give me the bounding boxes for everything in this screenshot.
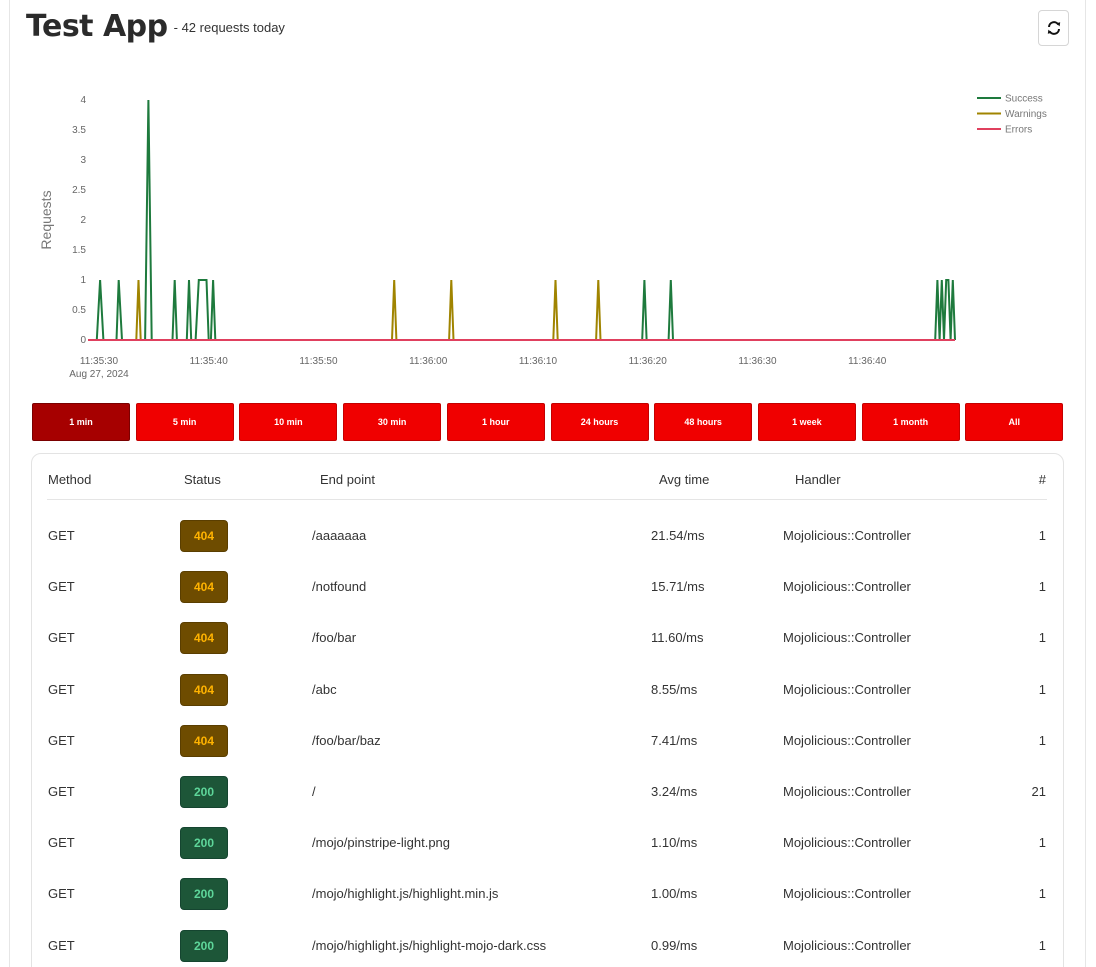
row-method: GET [48, 682, 75, 697]
status-badge: 404 [180, 571, 228, 603]
row-count: 1 [1038, 682, 1046, 697]
x-tick-label: 11:36:40 [848, 356, 887, 367]
row-method: GET [48, 579, 75, 594]
row-handler: Mojolicious::Controller [783, 579, 911, 594]
range-button-10-min[interactable]: 10 min [239, 403, 338, 441]
requests-chart: 0 0.5 1 1.5 2 2.5 3 3.5 4 Requests 11:35:30 11:35:4… [38, 94, 1047, 381]
y-tick-label: 1 [80, 275, 86, 286]
row-count: 1 [1038, 733, 1046, 748]
range-button-24-hours[interactable]: 24 hours [550, 403, 649, 441]
row-count: 1 [1038, 630, 1046, 645]
row-avg-time: 21.54/ms [651, 528, 705, 543]
row-endpoint: /aaaaaaa [312, 528, 367, 543]
status-badge: 404 [180, 725, 228, 757]
row-count: 1 [1038, 835, 1046, 850]
y-tick-label: 0 [80, 335, 86, 346]
row-handler: Mojolicious::Controller [783, 528, 911, 543]
row-avg-time: 15.71/ms [651, 579, 705, 594]
range-button-30-min[interactable]: 30 min [343, 403, 442, 441]
x-tick-label: 11:36:30 [738, 356, 777, 367]
row-method: GET [48, 733, 75, 748]
row-avg-time: 11.60/ms [651, 630, 704, 645]
table-header-divider [47, 499, 1047, 500]
row-endpoint: /foo/bar [312, 630, 357, 645]
x-tick-label: 11:35:30 [80, 356, 119, 367]
row-handler: Mojolicious::Controller [783, 835, 911, 850]
row-count: 1 [1038, 528, 1046, 543]
time-range-selector: 1 min 5 min 10 min 30 min 1 hour 24 hours 48 h… [32, 403, 1064, 441]
row-avg-time: 1.00/ms [651, 886, 698, 901]
legend-label: Success [1005, 94, 1043, 105]
range-button-all[interactable]: All [965, 403, 1064, 441]
row-handler: Mojolicious::Controller [783, 733, 911, 748]
row-avg-time: 7.41/ms [651, 733, 698, 748]
y-tick-label: 4 [80, 95, 86, 106]
row-endpoint: / [312, 784, 316, 799]
row-method: GET [48, 784, 75, 799]
row-count: 21 [1031, 784, 1046, 799]
row-endpoint: /mojo/highlight.js/highlight.min.js [312, 886, 499, 901]
y-tick-label: 3 [80, 155, 86, 166]
row-count: 1 [1038, 886, 1046, 901]
status-badge: 200 [180, 878, 228, 910]
column-header-endpoint: End point [320, 472, 375, 487]
x-tick-label: 11:35:40 [190, 356, 229, 367]
status-badge: 404 [180, 674, 228, 706]
range-button-48-hours[interactable]: 48 hours [654, 403, 753, 441]
column-header-handler: Handler [795, 472, 841, 487]
row-endpoint: /mojo/pinstripe-light.png [312, 835, 451, 850]
status-badge: 404 [180, 622, 228, 654]
row-count: 1 [1038, 579, 1046, 594]
x-tick-label: 11:35:50 [299, 356, 338, 367]
status-badge: 200 [180, 776, 228, 808]
series-line-success [95, 99, 956, 341]
row-method: GET [48, 528, 75, 543]
range-button-5-min[interactable]: 5 min [135, 403, 234, 441]
y-tick-label: 1.5 [72, 245, 86, 256]
row-handler: Mojolicious::Controller [783, 886, 911, 901]
row-method: GET [48, 938, 75, 953]
range-button-1-min[interactable]: 1 min [32, 403, 130, 441]
row-handler: Mojolicious::Controller [783, 630, 911, 645]
row-method: GET [48, 886, 75, 901]
range-button-1-hour[interactable]: 1 hour [446, 403, 545, 441]
y-tick-label: 2 [80, 215, 86, 226]
column-header-count: # [1038, 472, 1046, 487]
row-handler: Mojolicious::Controller [783, 784, 911, 799]
x-tick-label: 11:36:00 [409, 356, 448, 367]
column-header-method: Method [48, 472, 92, 487]
legend-label: Errors [1005, 125, 1032, 136]
status-badge: 404 [180, 520, 228, 552]
column-header-status: Status [184, 472, 221, 487]
row-endpoint: /notfound [312, 579, 367, 594]
x-tick-label: 11:36:20 [629, 356, 668, 367]
row-handler: Mojolicious::Controller [783, 682, 911, 697]
x-date-label: Aug 27, 2024 [69, 369, 129, 380]
status-badge: 200 [180, 827, 228, 859]
row-method: GET [48, 835, 75, 850]
row-avg-time: 8.55/ms [651, 682, 698, 697]
row-count: 1 [1038, 938, 1046, 953]
y-axis-label: Requests [38, 190, 54, 249]
row-avg-time: 3.24/ms [651, 784, 698, 799]
legend-label: Warnings [1005, 109, 1047, 120]
column-header-avg-time: Avg time [659, 472, 710, 487]
status-badge: 200 [180, 930, 228, 962]
row-avg-time: 0.99/ms [651, 938, 698, 953]
row-method: GET [48, 630, 75, 645]
range-button-1-week[interactable]: 1 week [757, 403, 856, 441]
y-tick-label: 0.5 [72, 305, 86, 316]
y-tick-label: 2.5 [72, 185, 86, 196]
row-endpoint: /foo/bar/baz [312, 733, 381, 748]
y-tick-label: 3.5 [72, 125, 86, 136]
range-button-1-month[interactable]: 1 month [861, 403, 960, 441]
row-endpoint: /mojo/highlight.js/highlight-mojo-dark.c… [312, 938, 547, 953]
x-tick-label: 11:36:10 [519, 356, 558, 367]
row-avg-time: 1.10/ms [651, 835, 698, 850]
row-handler: Mojolicious::Controller [783, 938, 911, 953]
row-endpoint: /abc [312, 682, 337, 697]
